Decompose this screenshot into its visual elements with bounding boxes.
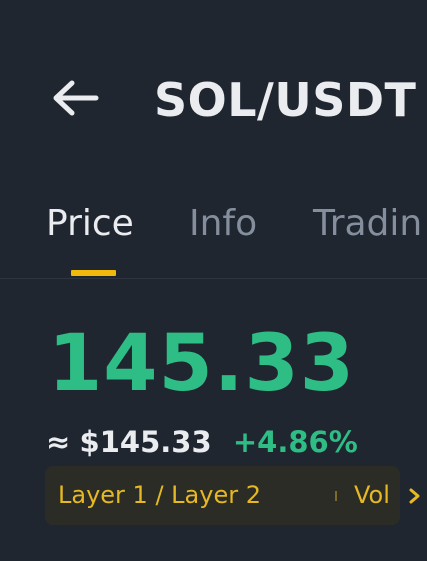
price-change-percent: +4.86%	[232, 425, 358, 459]
tab-trading[interactable]: Tradin	[313, 200, 422, 248]
tag-divider	[335, 491, 337, 501]
active-tab-indicator	[71, 270, 116, 276]
category-tag[interactable]: Layer 1 / Layer 2	[58, 466, 261, 525]
arrow-left-icon	[53, 80, 99, 116]
approx-symbol: ≈	[46, 425, 71, 459]
top-bar: SOL/USDT	[0, 0, 427, 190]
last-price: 145.33	[48, 319, 355, 409]
fiat-price: $145.33	[79, 425, 212, 459]
chevron-right-icon	[409, 488, 420, 504]
tab-bar: Price Info Tradin	[0, 190, 427, 279]
price-subrow: ≈ $145.33 +4.86%	[46, 420, 358, 464]
back-button[interactable]	[50, 78, 100, 118]
volume-tag[interactable]: Vol	[354, 466, 390, 525]
tab-price[interactable]: Price	[46, 200, 134, 248]
pair-title: SOL/USDT	[154, 73, 417, 127]
tab-info[interactable]: Info	[189, 200, 257, 248]
category-tag-bar[interactable]: Layer 1 / Layer 2 Vol	[45, 466, 420, 525]
